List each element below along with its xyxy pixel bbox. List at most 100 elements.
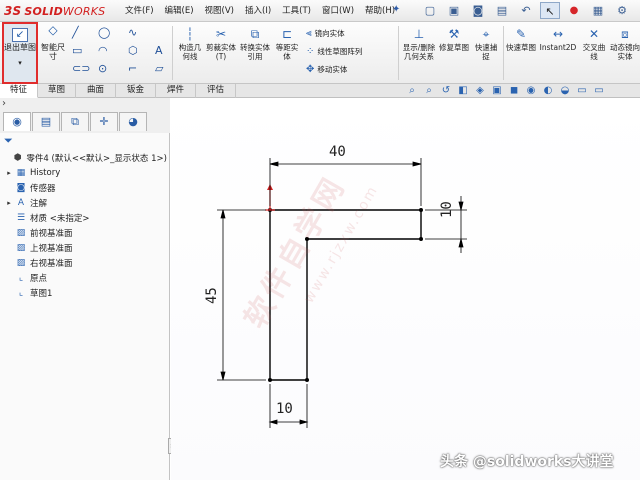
new-document-icon[interactable]: ▢ bbox=[420, 2, 440, 19]
exit-sketch-button[interactable]: ↙ 退出草图 ▾ bbox=[2, 22, 38, 84]
pin-icon[interactable]: ✦ bbox=[392, 4, 400, 15]
cross-curve-button[interactable]: ✕ 交叉曲线 bbox=[580, 26, 608, 61]
open-folder-icon[interactable]: ▣ bbox=[444, 2, 464, 19]
view-orientation-icon[interactable]: ▣ bbox=[490, 85, 504, 97]
menu-insert[interactable]: 插入(I) bbox=[245, 4, 271, 16]
menu-help[interactable]: 帮助(H) bbox=[365, 4, 395, 16]
tab-sketch[interactable]: 草图 bbox=[38, 84, 76, 98]
menu-edit[interactable]: 编辑(E) bbox=[165, 4, 194, 16]
dimension-bottom-value[interactable]: 10 bbox=[276, 401, 293, 417]
display-manager-tab-icon[interactable]: ◕ bbox=[119, 112, 147, 131]
display-style-icon[interactable]: ◼ bbox=[507, 85, 521, 97]
smart-dimension-button[interactable]: ◇ 智能尺寸 bbox=[40, 24, 66, 61]
text-icon[interactable]: A bbox=[155, 44, 163, 57]
menu-window[interactable]: 窗口(W) bbox=[322, 4, 354, 16]
repair-sketch-button[interactable]: ⚒ 修复草图 bbox=[439, 26, 469, 53]
offset-entities-icon: ⊏ bbox=[281, 27, 293, 41]
slot-icon[interactable]: ⊂⊃ bbox=[72, 62, 90, 75]
tab-sheet-metal[interactable]: 钣金 bbox=[116, 84, 156, 98]
sketch-icon: ⌞ bbox=[18, 287, 24, 298]
expand-arrow-icon[interactable]: › bbox=[2, 98, 6, 109]
tab-evaluate[interactable]: 评估 bbox=[196, 84, 236, 98]
dynamic-annotation-icon[interactable]: ◈ bbox=[473, 85, 487, 97]
convert-entities-button[interactable]: ⧉ 转换实体引用 bbox=[239, 26, 271, 61]
property-manager-tab-icon[interactable]: ▤ bbox=[32, 112, 60, 131]
ds-logo-icon: 3S bbox=[4, 4, 22, 18]
tree-item-right-plane[interactable]: ▨ 右视基准面 bbox=[2, 255, 167, 270]
repair-sketch-icon: ⚒ bbox=[448, 27, 460, 41]
graphics-area[interactable]: 40 10 45 10 软件自学网 www.rjzxw.com bbox=[171, 98, 640, 480]
solidworks-logo[interactable]: 3S SOLID WORKS bbox=[4, 2, 105, 20]
undo-icon[interactable]: ↶ bbox=[516, 2, 536, 19]
tab-weldments[interactable]: 焊件 bbox=[156, 84, 196, 98]
title-bar: 3S SOLID WORKS 文件(F) 编辑(E) 视图(V) 插入(I) 工具… bbox=[0, 0, 640, 22]
zoom-area-icon[interactable]: ⌕ bbox=[422, 85, 436, 97]
dimension-top-value[interactable]: 40 bbox=[329, 144, 346, 160]
tree-item-top-plane[interactable]: ▨ 上视基准面 bbox=[2, 240, 167, 255]
arc-icon[interactable]: ◠ bbox=[98, 44, 108, 57]
dimxpert-tab-icon[interactable]: ✛ bbox=[90, 112, 118, 131]
save-icon[interactable]: ◙ bbox=[468, 2, 488, 19]
settings-gear-icon[interactable]: ⚙ bbox=[612, 2, 632, 19]
exit-sketch-dropdown-icon[interactable]: ▾ bbox=[4, 59, 36, 67]
tree-item-material[interactable]: ☰ 材质 <未指定> bbox=[2, 210, 167, 225]
display-relations-button[interactable]: ⊥ 显示/删除几何关系 bbox=[402, 26, 436, 61]
menu-tools[interactable]: 工具(T) bbox=[282, 4, 311, 16]
construction-geometry-button[interactable]: ┆ 构造几何线 bbox=[176, 26, 204, 61]
rectangle-icon[interactable]: ▭ bbox=[72, 44, 82, 57]
mirror-entities-button[interactable]: ⫷ 镜向实体 bbox=[306, 28, 345, 39]
previous-view-icon[interactable]: ↺ bbox=[439, 85, 453, 97]
tab-surfaces[interactable]: 曲面 bbox=[76, 84, 116, 98]
linear-pattern-button[interactable]: ⁘ 线性草图阵列 bbox=[306, 46, 362, 57]
filter-icon[interactable]: ⏷ bbox=[4, 134, 13, 148]
tree-root-part[interactable]: ⬢ 零件4 (默认<<默认>_显示状态 1>) bbox=[2, 150, 167, 165]
scene-icon[interactable]: ◒ bbox=[558, 85, 572, 97]
dimension-right-value[interactable]: 10 bbox=[439, 201, 455, 218]
tree-item-origin[interactable]: ⌞ 原点 bbox=[2, 270, 167, 285]
section-view-icon[interactable]: ◧ bbox=[456, 85, 470, 97]
line-icon[interactable]: ╱ bbox=[72, 26, 79, 39]
tab-features[interactable]: 特征 bbox=[0, 84, 38, 98]
instant2d-button[interactable]: ↔ Instant2D bbox=[538, 26, 578, 53]
fillet-icon[interactable]: ⌐ bbox=[128, 62, 137, 75]
expand-icon[interactable]: ▸ bbox=[4, 169, 14, 177]
polygon-icon[interactable]: ⬡ bbox=[128, 44, 138, 57]
menu-file[interactable]: 文件(F) bbox=[125, 4, 154, 16]
monitor-icon[interactable]: ▭ bbox=[592, 85, 606, 97]
trim-entities-button[interactable]: ✂ 剪裁实体(T) bbox=[206, 26, 236, 61]
select-cursor-icon[interactable]: ↖ bbox=[540, 2, 560, 19]
configuration-manager-tab-icon[interactable]: ⧉ bbox=[61, 112, 89, 131]
plane-icon[interactable]: ▱ bbox=[155, 62, 163, 75]
print-icon[interactable]: ▤ bbox=[492, 2, 512, 19]
menu-view[interactable]: 视图(V) bbox=[205, 4, 234, 16]
tree-item-front-plane[interactable]: ▨ 前视基准面 bbox=[2, 225, 167, 240]
expand-icon[interactable]: ▸ bbox=[4, 199, 14, 207]
quick-snaps-button[interactable]: ⌖ 快速捕捉 bbox=[472, 26, 500, 61]
options-icon[interactable]: ▦ bbox=[588, 2, 608, 19]
view-settings-icon[interactable]: ▭ bbox=[575, 85, 589, 97]
plane-icon: ▨ bbox=[16, 242, 26, 253]
move-entities-button[interactable]: ✥ 移动实体 bbox=[306, 64, 347, 75]
tree-item-sketch1[interactable]: ⌞ 草图1 bbox=[2, 285, 167, 300]
offset-entities-button[interactable]: ⊏ 等距实体 bbox=[273, 26, 301, 61]
traffic-light-icon[interactable]: ● bbox=[564, 2, 584, 19]
quick-access-toolbar: ▢ ▣ ◙ ▤ ↶ ↖ ● ▦ ⚙ bbox=[420, 2, 632, 19]
dynamic-mirror-button[interactable]: ⧈ 动态镜向实体 bbox=[610, 26, 640, 61]
hide-show-icon[interactable]: ◉ bbox=[524, 85, 538, 97]
point-icon[interactable]: ⊙ bbox=[98, 62, 107, 75]
tree-item-sensors[interactable]: ◙ 传感器 bbox=[2, 180, 167, 195]
tree-item-annotations[interactable]: ▸ A 注解 bbox=[2, 195, 167, 210]
dynamic-mirror-icon: ⧈ bbox=[621, 27, 629, 41]
feature-manager-panel: › ◉ ▤ ⧉ ✛ ◕ ⏷ ⬢ 零件4 (默认<<默认>_显示状态 1>) ▸ … bbox=[0, 98, 175, 480]
spline-icon[interactable]: ∿ bbox=[128, 26, 137, 39]
zoom-fit-icon[interactable]: ⌕ bbox=[405, 85, 419, 97]
feature-manager-header: › ◉ ▤ ⧉ ✛ ◕ bbox=[0, 98, 170, 133]
mirror-icon: ⫷ bbox=[306, 28, 312, 39]
edit-appearance-icon[interactable]: ◐ bbox=[541, 85, 555, 97]
feature-tree-tab-icon[interactable]: ◉ bbox=[3, 112, 31, 131]
rapid-sketch-button[interactable]: ✎ 快速草图 bbox=[506, 26, 536, 53]
heads-up-view-toolbar: ⌕ ⌕ ↺ ◧ ◈ ▣ ◼ ◉ ◐ ◒ ▭ ▭ bbox=[405, 85, 606, 97]
dimension-left-value[interactable]: 45 bbox=[204, 287, 220, 304]
tree-item-history[interactable]: ▸ ▦ History bbox=[2, 165, 167, 180]
circle-icon[interactable]: ◯ bbox=[98, 26, 110, 39]
